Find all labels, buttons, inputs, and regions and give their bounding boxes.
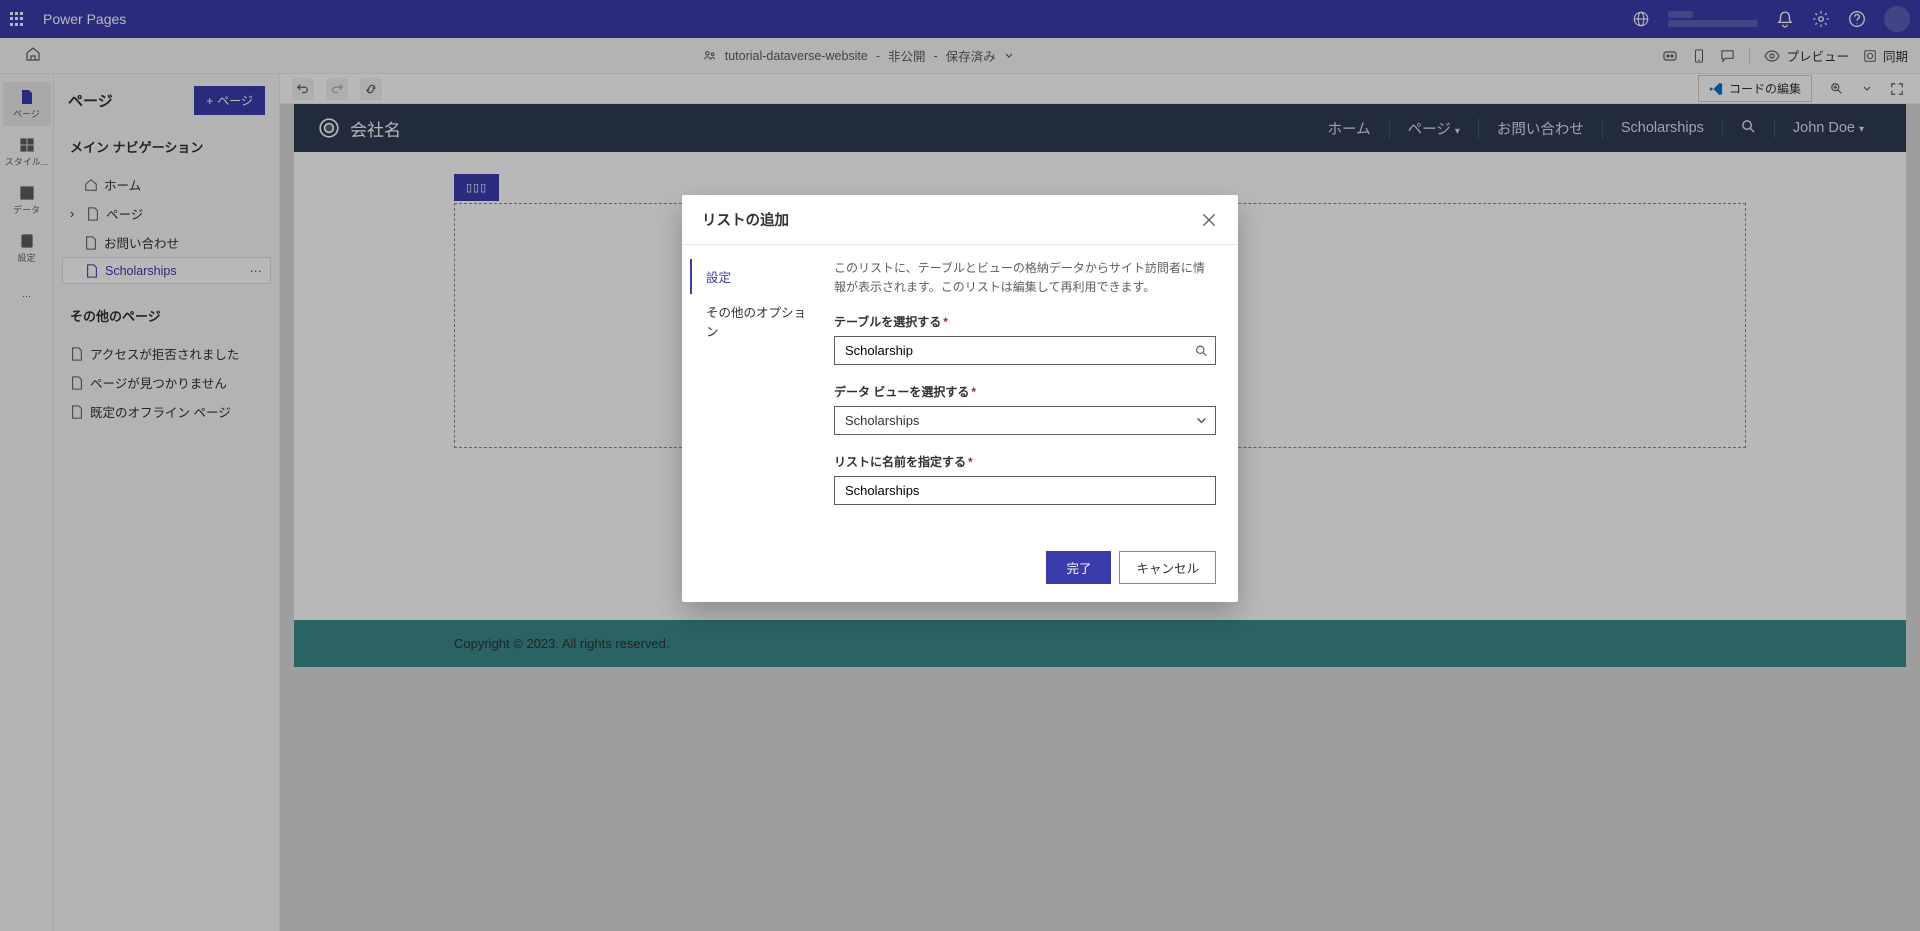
tab-settings[interactable]: 設定 xyxy=(690,259,826,294)
table-search-input[interactable] xyxy=(834,336,1216,365)
close-icon[interactable] xyxy=(1200,211,1218,229)
view-select[interactable]: Scholarships xyxy=(834,406,1216,435)
modal-description: このリストに、テーブルとビューの格納データからサイト訪問者に情報が表示されます。… xyxy=(834,259,1216,297)
label-select-view: データ ビューを選択する* xyxy=(834,383,1216,400)
list-name-input[interactable] xyxy=(834,476,1216,505)
cancel-button[interactable]: キャンセル xyxy=(1119,551,1216,584)
modal-tabs: 設定 その他のオプション xyxy=(682,259,834,533)
done-button[interactable]: 完了 xyxy=(1046,551,1111,584)
tab-other-options[interactable]: その他のオプション xyxy=(690,294,826,348)
modal-title: リストの追加 xyxy=(702,209,789,230)
label-list-name: リストに名前を指定する* xyxy=(834,453,1216,470)
label-select-table: テーブルを選択する* xyxy=(834,313,1216,330)
add-list-modal: リストの追加 設定 その他のオプション このリストに、テーブルとビューの格納デー… xyxy=(682,195,1238,602)
